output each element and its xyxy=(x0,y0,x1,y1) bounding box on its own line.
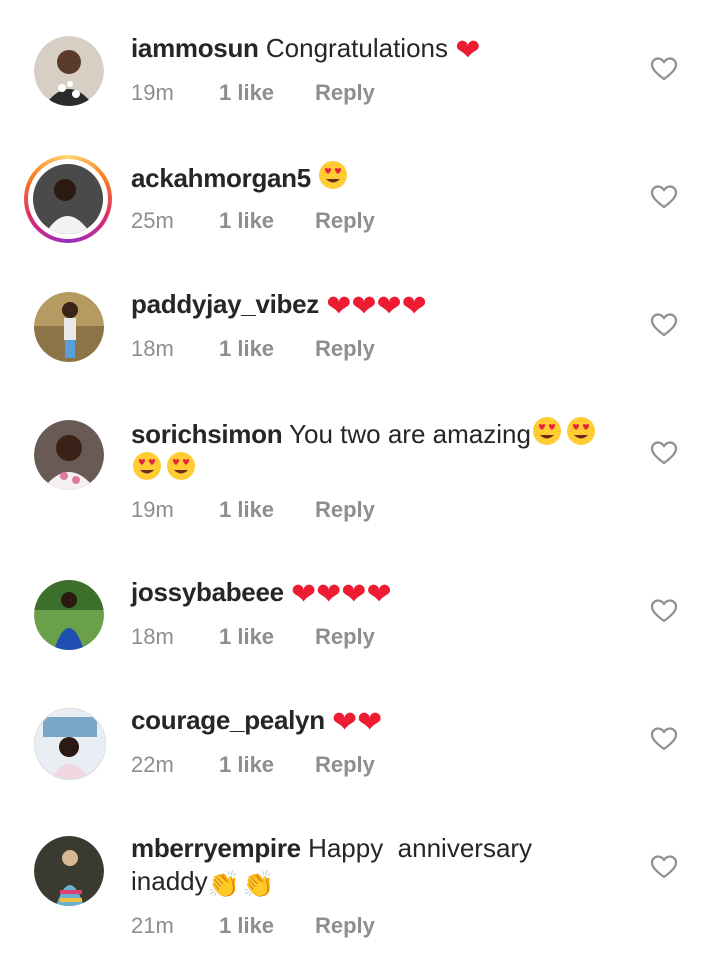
comment-text: paddyjay_vibez ❤❤❤❤ xyxy=(131,288,631,322)
red-heart-emoji: ❤❤ xyxy=(332,706,383,739)
comment-body: Congratulations xyxy=(265,33,448,63)
avatar[interactable] xyxy=(34,836,104,906)
reply-button[interactable]: Reply xyxy=(315,497,375,523)
clapping-hands-emoji: 👏 xyxy=(207,869,240,899)
comment-text: iammosun Congratulations ❤ xyxy=(131,32,631,66)
comment-time: 18m xyxy=(131,624,174,649)
red-heart-emoji: ❤❤❤❤ xyxy=(326,290,427,323)
comment-username[interactable]: mberryempire xyxy=(131,833,301,863)
comment-likes[interactable]: 1 like xyxy=(219,208,274,234)
comment-time: 22m xyxy=(131,752,174,777)
clapping-hands-emoji: 👏 xyxy=(242,869,275,899)
comment-username[interactable]: iammosun xyxy=(131,33,259,63)
comment-text: sorichsimon You two are amazing xyxy=(131,416,631,486)
heart-outline-icon[interactable] xyxy=(650,312,678,338)
heart-outline-icon[interactable] xyxy=(650,854,678,880)
comment-likes[interactable]: 1 like xyxy=(219,752,274,778)
comment-likes[interactable]: 1 like xyxy=(219,80,274,106)
avatar[interactable] xyxy=(34,580,104,650)
comment-username[interactable]: paddyjay_vibez xyxy=(131,289,319,319)
comment-likes[interactable]: 1 like xyxy=(219,336,274,362)
avatar-story-ring[interactable] xyxy=(24,155,112,243)
comment-body: Happy anniversary xyxy=(308,833,533,863)
comment-text: mberryempire Happy anniversary inaddy👏👏 xyxy=(131,832,631,901)
red-heart-emoji: ❤❤❤❤ xyxy=(291,578,392,611)
heart-eyes-emoji xyxy=(566,417,595,445)
comment-time: 25m xyxy=(131,208,174,233)
comment-text: courage_pealyn ❤❤ xyxy=(131,704,631,738)
heart-eyes-emoji xyxy=(319,161,348,189)
avatar[interactable] xyxy=(34,420,104,490)
reply-button[interactable]: Reply xyxy=(315,336,375,362)
avatar[interactable] xyxy=(34,708,106,780)
reply-button[interactable]: Reply xyxy=(315,208,375,234)
comment-username[interactable]: courage_pealyn xyxy=(131,705,325,735)
heart-outline-icon[interactable] xyxy=(650,726,678,752)
comment-likes[interactable]: 1 like xyxy=(219,913,274,939)
reply-button[interactable]: Reply xyxy=(315,913,375,939)
heart-eyes-emoji xyxy=(133,452,161,480)
reply-button[interactable]: Reply xyxy=(315,80,375,106)
comment-likes[interactable]: 1 like xyxy=(219,497,274,523)
comment-time: 19m xyxy=(131,497,174,522)
avatar[interactable] xyxy=(34,36,104,106)
comment-likes[interactable]: 1 like xyxy=(219,624,274,650)
reply-button[interactable]: Reply xyxy=(315,624,375,650)
comment-text: jossybabeee ❤❤❤❤ xyxy=(131,576,631,610)
comment-time: 19m xyxy=(131,80,174,105)
comment-username[interactable]: sorichsimon xyxy=(131,419,283,449)
comment-username[interactable]: ackahmorgan5 xyxy=(131,163,311,193)
heart-eyes-emoji xyxy=(167,452,195,480)
heart-outline-icon[interactable] xyxy=(650,440,678,466)
comment-body-line2: inaddy xyxy=(131,866,208,896)
comment-time: 21m xyxy=(131,913,174,938)
comment-time: 18m xyxy=(131,336,174,361)
heart-outline-icon[interactable] xyxy=(650,598,678,624)
reply-button[interactable]: Reply xyxy=(315,752,375,778)
comment-body: You two are amazing xyxy=(289,419,531,449)
avatar[interactable] xyxy=(34,292,104,362)
heart-outline-icon[interactable] xyxy=(650,56,678,82)
heart-outline-icon[interactable] xyxy=(650,184,678,210)
comment-username[interactable]: jossybabeee xyxy=(131,577,284,607)
comments-list: iammosun Congratulations ❤ 19m 1 like Re… xyxy=(0,0,720,972)
red-heart-emoji: ❤ xyxy=(455,34,481,67)
comment-text: ackahmorgan5 xyxy=(131,160,631,195)
heart-eyes-emoji xyxy=(532,417,561,445)
